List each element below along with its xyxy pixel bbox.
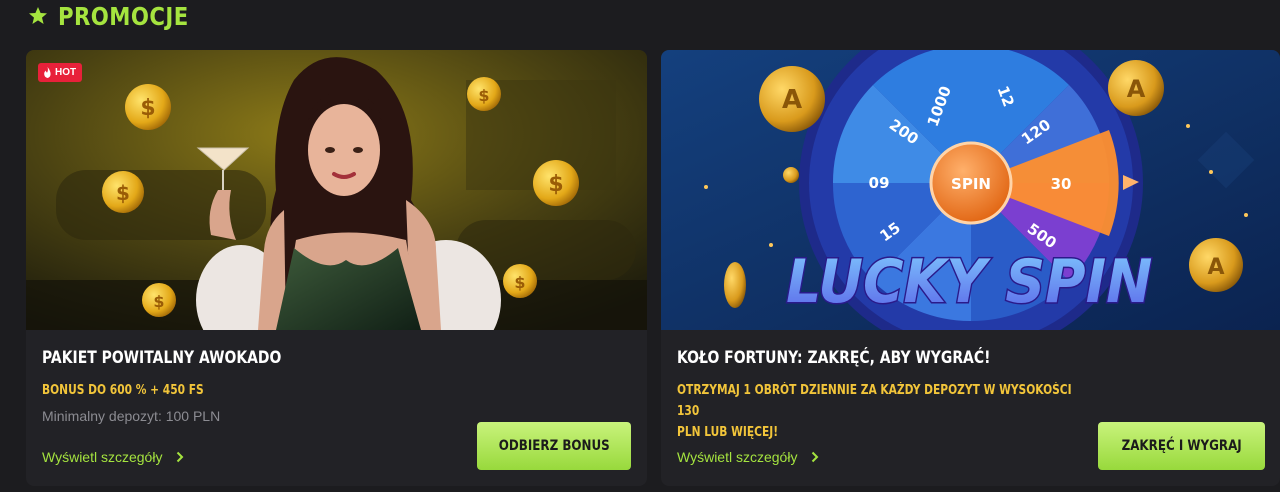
promo-subtitle: OTRZYMAJ 1 OBRÓT DZIENNIE ZA KAŻDY DEPOZ…	[677, 380, 1095, 443]
svg-text:$: $	[140, 96, 155, 121]
promo-subtitle-line-1: OTRZYMAJ 1 OBRÓT DZIENNIE ZA KAŻDY DEPOZ…	[677, 383, 1072, 419]
view-details-label: Wyświetl szczegóły	[42, 449, 163, 465]
section-header: PROMOCJE	[28, 0, 212, 32]
spin-and-win-label: ZAKRĘĆ I WYGRAJ	[1121, 438, 1242, 454]
claim-bonus-button[interactable]: ODBIERZ BONUS	[477, 422, 631, 470]
lucky-spin-heading: LUCKY SPIN	[786, 246, 1152, 317]
view-details-link[interactable]: Wyświetl szczegóły	[42, 449, 184, 465]
spin-and-win-button[interactable]: ZAKRĘĆ I WYGRAJ	[1098, 422, 1265, 470]
view-details-label: Wyświetl szczegóły	[677, 449, 798, 465]
hot-badge: HOT	[38, 63, 83, 82]
svg-text:A: A	[1127, 75, 1146, 103]
fire-icon	[44, 67, 51, 78]
svg-text:$: $	[548, 172, 563, 197]
min-deposit-note: Minimalny depozyt: 100 PLN	[42, 408, 221, 424]
svg-text:30: 30	[1051, 175, 1072, 193]
svg-text:60: 60	[869, 173, 890, 191]
hot-badge-label: HOT	[55, 67, 77, 78]
promo-subtitle-line-2: PLN LUB WIĘCEJ!	[677, 425, 779, 440]
promo-banner-wheel[interactable]: SPIN 1000 12 120 30 500 200 60 15 A A A	[661, 50, 1280, 330]
chevron-right-icon	[812, 451, 819, 463]
banner-image-lady: $ $ $ $ $ $	[26, 50, 647, 330]
chevron-right-icon	[177, 451, 184, 463]
svg-text:$: $	[153, 292, 164, 311]
banner-image-wheel: SPIN 1000 12 120 30 500 200 60 15 A A A	[661, 50, 1280, 330]
svg-text:$: $	[116, 181, 130, 205]
svg-text:$: $	[478, 86, 489, 105]
section-title: PROMOCJE	[58, 1, 189, 31]
promo-card-wheel[interactable]: SPIN 1000 12 120 30 500 200 60 15 A A A	[661, 50, 1280, 486]
promo-title: PAKIET POWITALNY AWOKADO	[42, 348, 282, 368]
promo-banner-welcome[interactable]: $ $ $ $ $ $ HOT	[26, 50, 647, 330]
star-icon	[29, 7, 47, 24]
svg-text:A: A	[1207, 255, 1224, 280]
view-details-link[interactable]: Wyświetl szczegóły	[677, 449, 819, 465]
svg-text:A: A	[782, 85, 802, 115]
wheel-center-label: SPIN	[951, 175, 991, 193]
svg-text:$: $	[514, 273, 525, 292]
promo-subtitle: BONUS DO 600 % + 450 FS	[42, 383, 204, 398]
promo-title: KOŁO FORTUNY: ZAKRĘĆ, ABY WYGRAĆ!	[677, 348, 991, 368]
promo-card-welcome[interactable]: $ $ $ $ $ $ HOT PAKIET POWITALNY AWOKADO…	[26, 50, 647, 486]
claim-bonus-label: ODBIERZ BONUS	[498, 438, 610, 454]
